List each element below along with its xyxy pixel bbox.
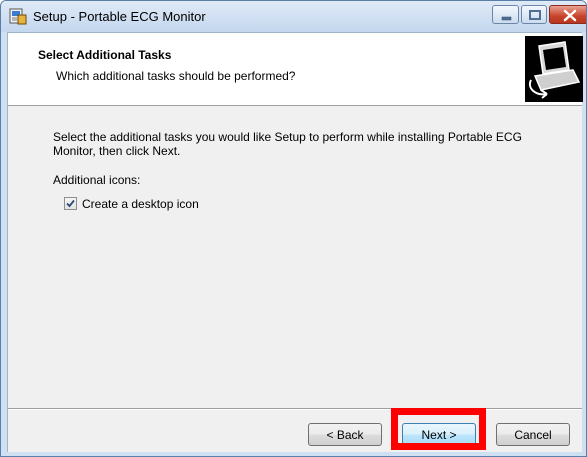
next-button[interactable]: Next > [402, 423, 476, 446]
window-title: Setup - Portable ECG Monitor [33, 9, 206, 24]
maximize-button[interactable] [521, 5, 547, 24]
desktop-icon-checkbox[interactable] [64, 197, 77, 210]
wizard-header: Select Additional Tasks Which additional… [8, 33, 583, 106]
minimize-button[interactable] [492, 5, 519, 24]
minimize-icon [501, 16, 512, 21]
maximize-icon [529, 10, 541, 20]
cancel-button[interactable]: Cancel [496, 423, 570, 446]
footer-separator [8, 408, 582, 410]
page-title: Select Additional Tasks [38, 48, 172, 62]
title-bar[interactable]: Setup - Portable ECG Monitor [1, 1, 586, 32]
checkmark-icon [66, 199, 75, 208]
setup-window: Setup - Portable ECG Monitor Select Addi… [0, 0, 587, 457]
back-button[interactable]: < Back [308, 423, 382, 446]
wizard-client-area: Select Additional Tasks Which additional… [7, 32, 583, 452]
close-button[interactable] [549, 5, 586, 24]
additional-icons-label: Additional icons: [53, 173, 141, 187]
setup-app-icon [9, 7, 27, 25]
task-description: Select the additional tasks you would li… [53, 130, 522, 158]
desktop-icon-label[interactable]: Create a desktop icon [82, 197, 199, 211]
page-subtitle: Which additional tasks should be perform… [56, 69, 296, 83]
computer-install-icon [525, 36, 583, 102]
close-icon [563, 9, 577, 22]
